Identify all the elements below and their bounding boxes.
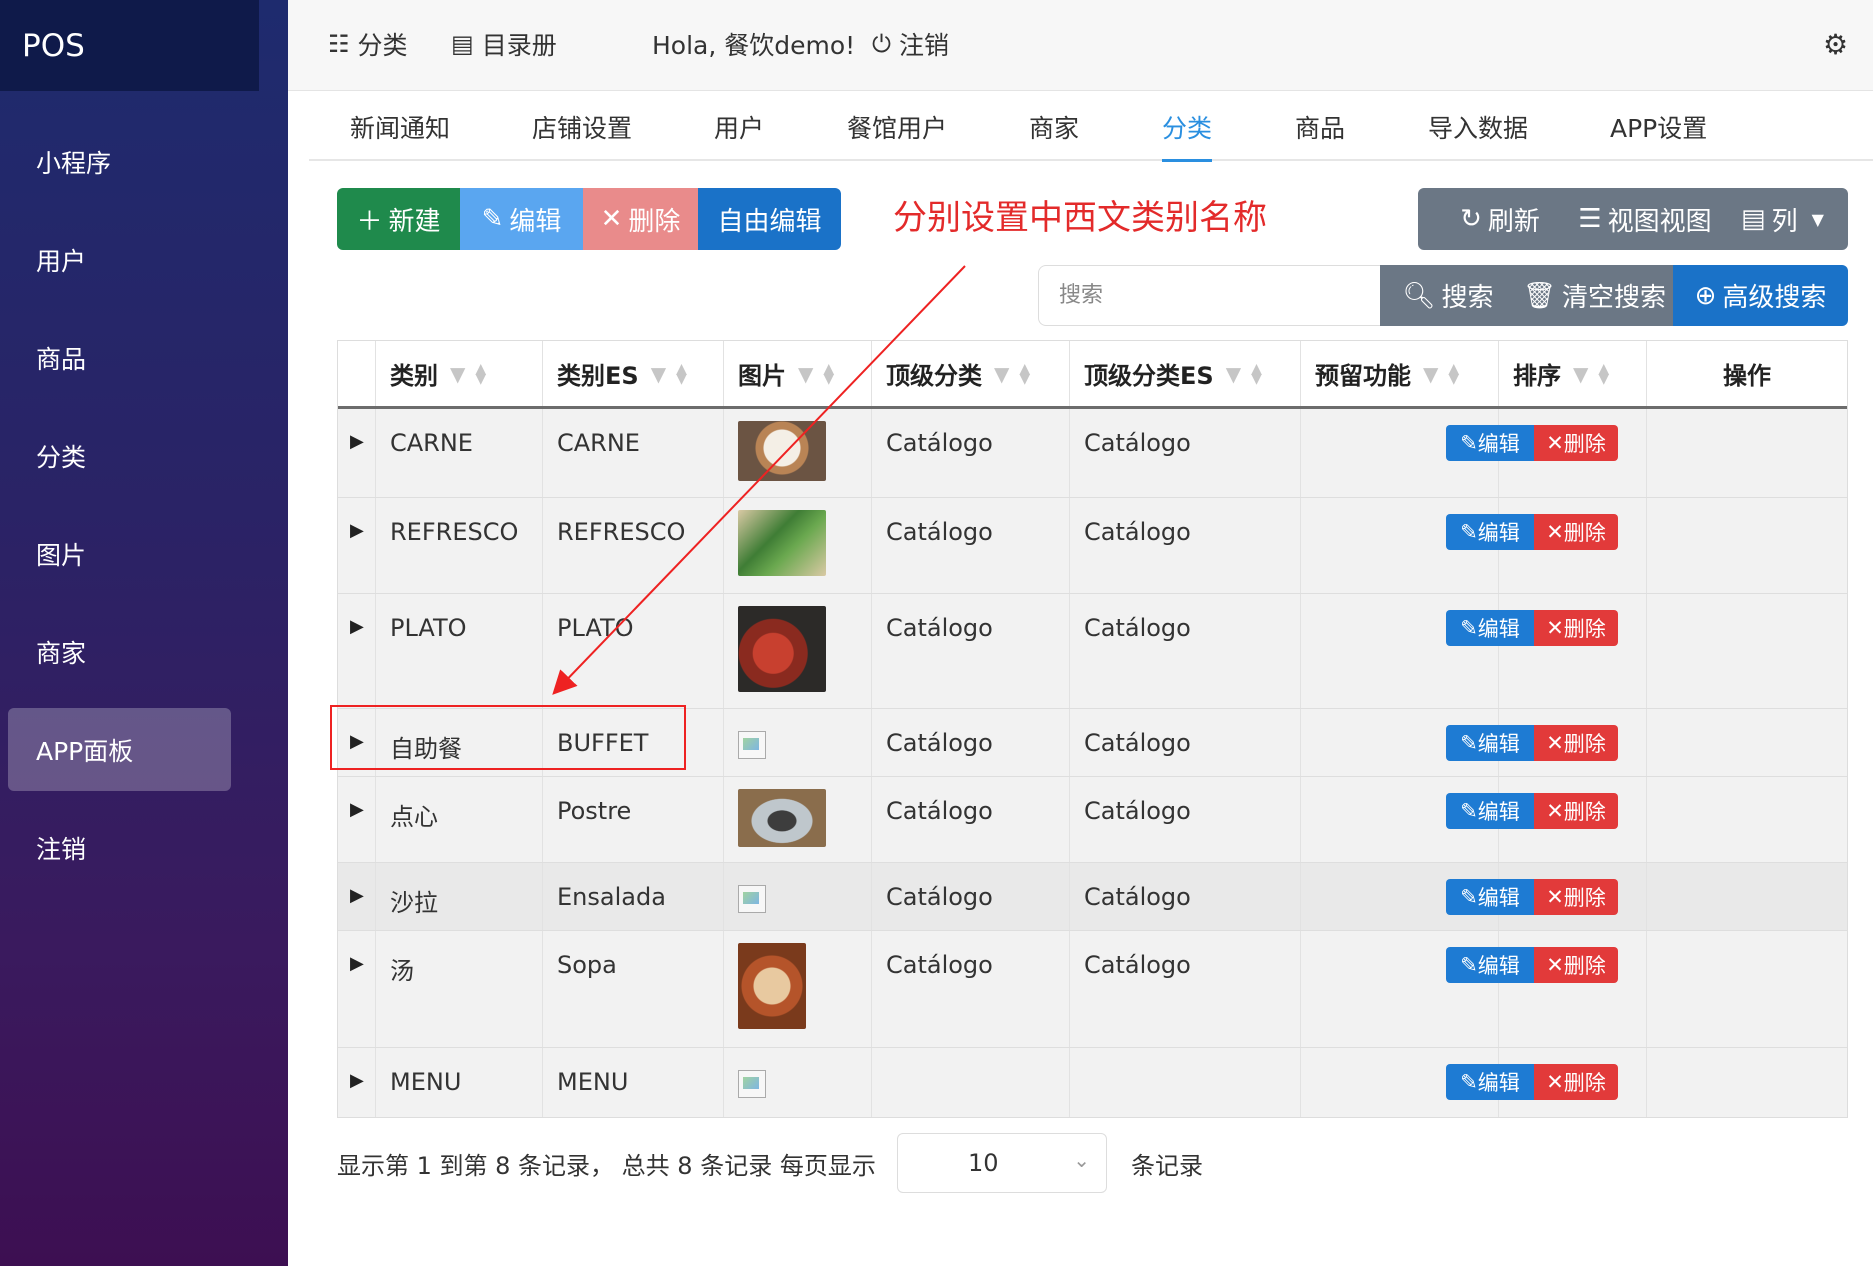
page-size-value: 10 [968,1149,999,1177]
pagination-suffix: 条记录 [1131,1152,1203,1180]
pagination-summary: 显示第 1 到第 8 条记录， 总共 8 条记录 每页显示 [337,1152,876,1180]
page-size-select[interactable]: 10 ⌄ [897,1133,1107,1193]
chevron-down-icon: ⌄ [1073,1148,1090,1172]
annotation-arrow [552,265,966,695]
